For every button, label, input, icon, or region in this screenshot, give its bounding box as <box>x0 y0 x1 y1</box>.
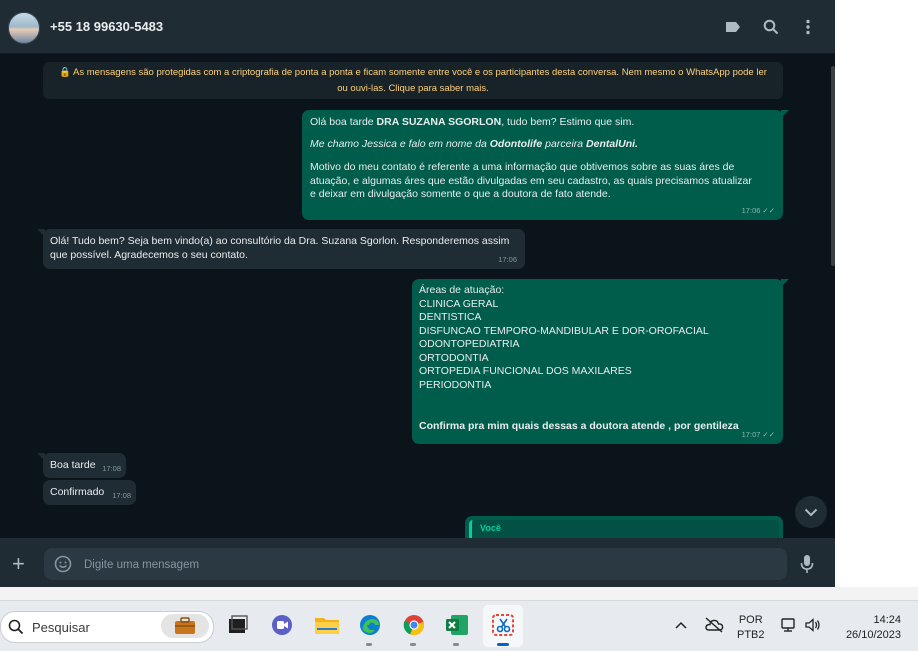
message-text-bold: DentalUni. <box>586 137 638 150</box>
task-view-icon[interactable] <box>224 611 252 639</box>
chevron-down-icon <box>804 508 818 516</box>
quote-author: Você <box>480 523 501 533</box>
menu-icon[interactable] <box>797 16 819 38</box>
message-closing-text: Confirma pra mim quais dessas a doutora … <box>419 420 739 432</box>
area-item: DISFUNCAO TEMPORO-MANDIBULAR E DOR-OROFA… <box>419 324 709 337</box>
message-time: 17:08 <box>102 463 121 473</box>
bubble-tail <box>37 453 45 461</box>
double-check-icon: ✓✓ <box>762 205 775 215</box>
running-indicator <box>366 643 372 646</box>
running-indicator <box>410 643 416 646</box>
search-label: Pesquisar <box>32 620 90 635</box>
label-icon[interactable] <box>722 16 744 38</box>
teams-icon[interactable] <box>268 611 296 639</box>
desktop-background <box>835 0 918 600</box>
area-item: CLINICA GERAL <box>419 297 499 310</box>
message-time: 17:06 <box>498 254 517 264</box>
double-check-icon: ✓✓ <box>762 429 775 439</box>
emoji-icon[interactable] <box>54 555 72 578</box>
message-time: 17:06 <box>741 205 761 215</box>
snipping-tool-icon[interactable] <box>489 611 517 639</box>
message-outgoing[interactable]: Olá boa tarde DRA SUZANA SGORLON, tudo b… <box>302 110 789 220</box>
scroll-to-bottom-button[interactable] <box>795 496 827 528</box>
search-highlight <box>161 614 209 638</box>
message-time: 17:07 <box>741 429 761 439</box>
encryption-notice[interactable]: 🔒 As mensagens são protegidas com a crip… <box>43 62 783 99</box>
keyboard-layout: PTB2 <box>737 629 765 641</box>
message-text: Olá boa tarde <box>310 116 377 128</box>
active-indicator <box>497 643 509 646</box>
message-incoming[interactable]: Olá! Tudo bem? Seja bem vindo(a) ao cons… <box>37 229 525 269</box>
edge-icon[interactable] <box>356 611 384 639</box>
briefcase-icon <box>175 617 195 634</box>
message-meta: 17:07 ✓✓ <box>742 428 775 442</box>
bubble-tail <box>781 110 789 118</box>
areas-heading: Áreas de atuação: <box>419 284 505 296</box>
contact-avatar[interactable] <box>8 12 40 44</box>
bubble-tail <box>781 279 789 287</box>
message-paragraph: Me chamo Jessica e falo em nome da Odont… <box>310 138 775 152</box>
message-text: Olá! Tudo bem? Seja bem vindo(a) ao cons… <box>50 235 510 261</box>
chevron-up-icon[interactable] <box>667 611 695 639</box>
cloud-offline-icon[interactable] <box>700 611 728 639</box>
area-item: DENTISTICA <box>419 311 482 323</box>
language-code: POR <box>738 614 763 626</box>
message-meta: 17:06 ✓✓ <box>742 204 775 218</box>
microphone-icon[interactable] <box>800 554 814 579</box>
message-paragraph: Olá boa tarde DRA SUZANA SGORLON, tudo b… <box>310 116 775 130</box>
message-text-bold: DRA SUZANA SGORLON <box>376 116 502 128</box>
area-item: ORTODONTIA <box>419 351 489 364</box>
chat-header: +55 18 99630-5483 <box>0 0 835 54</box>
encryption-notice-text: 🔒 As mensagens são protegidas com a crip… <box>59 67 767 94</box>
message-text: Boa tarde <box>50 459 96 471</box>
file-explorer-icon[interactable] <box>313 611 341 639</box>
clock-time: 14:24 <box>873 614 901 626</box>
message-text-bold: Odontolife <box>489 137 543 150</box>
search-icon[interactable] <box>760 16 782 38</box>
message-input-container[interactable] <box>44 548 787 582</box>
message-text: Me chamo Jessica e falo em nome da <box>310 137 490 150</box>
area-item: ORTOPEDIA FUNCIONAL DOS MAXILARES <box>419 365 632 377</box>
chrome-icon[interactable] <box>400 611 428 639</box>
clock-date: 26/10/2023 <box>845 629 901 641</box>
attach-plus-icon[interactable]: + <box>12 553 25 575</box>
message-text: Confirmado <box>50 486 105 498</box>
message-outgoing[interactable]: Áreas de atuação: CLINICA GERAL DENTISTI… <box>412 279 789 444</box>
running-indicator <box>453 643 459 646</box>
excel-icon[interactable] <box>443 611 471 639</box>
message-time: 17:08 <box>112 490 131 500</box>
window-bottom-edge <box>0 587 918 600</box>
windows-taskbar: Pesquisar POR PTB2 14:24 26/10/2023 <box>0 600 918 651</box>
message-input[interactable] <box>82 548 776 582</box>
message-composer: + <box>0 538 835 590</box>
message-incoming[interactable]: Boa tarde 17:08 <box>37 453 126 478</box>
message-text: , tudo bem? Estimo que sim. <box>501 116 635 128</box>
message-text: parceira <box>542 137 587 150</box>
search-icon <box>8 619 24 635</box>
whatsapp-window: +55 18 99630-5483 🔒 As mensagens são pro… <box>0 0 835 590</box>
volume-icon[interactable] <box>799 611 827 639</box>
message-incoming[interactable]: Confirmado 17:08 <box>43 480 136 505</box>
message-paragraph: Motivo do meu contato é referente a uma … <box>310 161 752 200</box>
system-clock[interactable]: 14:24 26/10/2023 <box>835 613 901 643</box>
bubble-tail <box>37 229 45 237</box>
area-item: ODONTOPEDIATRIA <box>419 338 520 350</box>
area-item: PERIODONTIA <box>419 378 492 391</box>
taskbar-search-box[interactable]: Pesquisar <box>0 611 214 643</box>
contact-name[interactable]: +55 18 99630-5483 <box>50 19 163 34</box>
language-indicator[interactable]: POR PTB2 <box>737 613 765 643</box>
